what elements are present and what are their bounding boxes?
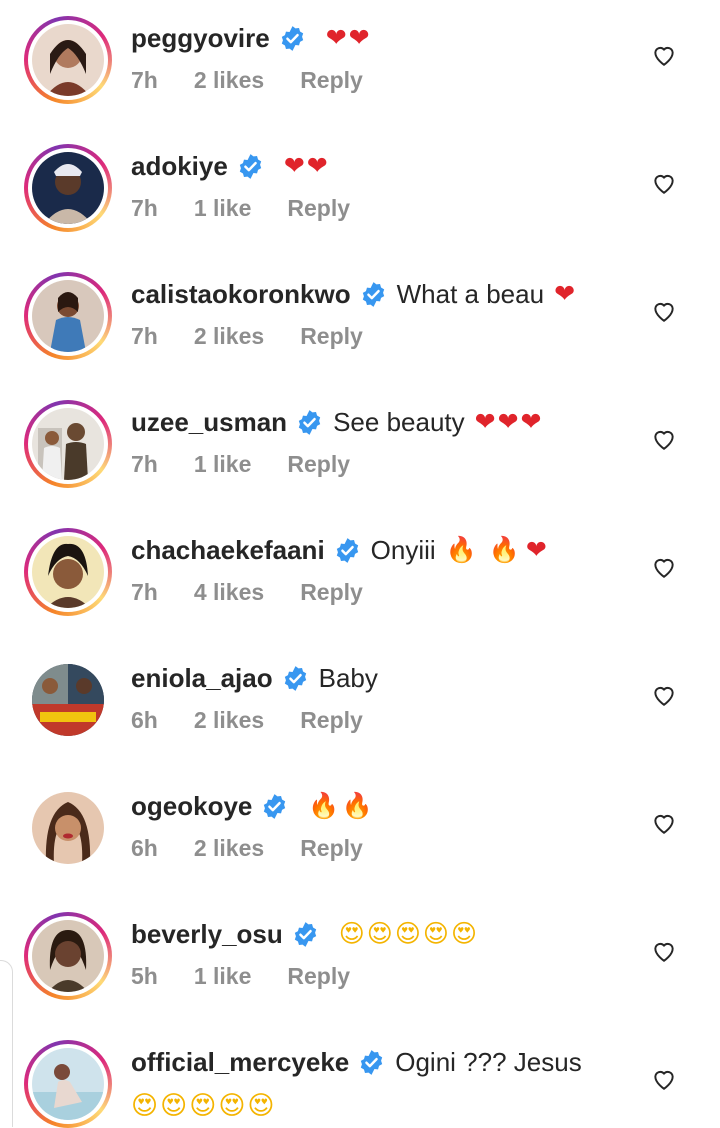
verified-badge-icon — [334, 537, 361, 564]
avatar[interactable] — [24, 656, 112, 744]
likes-count[interactable]: 2 likes — [194, 835, 264, 861]
username[interactable]: chachaekefaani — [131, 534, 325, 566]
comment-item: calistaokoronkwo What a beau ❤ 7h 2 likes… — [0, 256, 720, 384]
heart-outline-icon[interactable] — [651, 938, 677, 964]
likes-count[interactable]: 2 likes — [194, 707, 264, 733]
username[interactable]: peggyovire — [131, 22, 270, 54]
avatar[interactable] — [24, 784, 112, 872]
comment-item: ogeokoye 🔥🔥 6h 2 likes Reply — [0, 768, 720, 896]
comment-emoji: ❤ — [525, 535, 549, 564]
verified-badge-icon — [261, 793, 288, 820]
username[interactable]: adokiye — [131, 150, 228, 182]
comment-item: adokiye ❤❤ 7h 1 like Reply — [0, 128, 720, 256]
comment-emoji: ❤❤ — [325, 23, 372, 52]
heart-outline-icon[interactable] — [651, 1066, 677, 1092]
username[interactable]: eniola_ajao — [131, 662, 273, 694]
heart-outline-icon[interactable] — [651, 426, 677, 452]
verified-badge-icon — [282, 665, 309, 692]
reply-button[interactable]: Reply — [300, 835, 363, 861]
reply-button[interactable]: Reply — [287, 963, 350, 989]
username[interactable]: ogeokoye — [131, 790, 252, 822]
verified-badge-icon — [296, 409, 323, 436]
likes-count[interactable]: 4 likes — [194, 579, 264, 605]
avatar[interactable] — [24, 144, 112, 232]
comment-time: 7h — [131, 451, 158, 477]
comment-text: Ogini ??? Jesus — [395, 1047, 582, 1077]
comment-item: official_mercyeke Ogini ??? Jesus 😍😍😍😍😍 — [0, 1024, 720, 1128]
verified-badge-icon — [279, 25, 306, 52]
username[interactable]: calistaokoronkwo — [131, 278, 351, 310]
reply-button[interactable]: Reply — [300, 67, 363, 93]
avatar[interactable] — [24, 1040, 112, 1128]
reply-button[interactable]: Reply — [287, 195, 350, 221]
comment-time: 5h — [131, 963, 158, 989]
avatar[interactable] — [24, 528, 112, 616]
comment-emoji: 🔥 🔥 — [445, 535, 522, 564]
heart-outline-icon[interactable] — [651, 554, 677, 580]
reply-button[interactable]: Reply — [300, 579, 363, 605]
likes-count[interactable]: 1 like — [194, 963, 252, 989]
username[interactable]: uzee_usman — [131, 406, 287, 438]
comment-text: Onyiii — [370, 535, 436, 565]
likes-count[interactable]: 2 likes — [194, 67, 264, 93]
comment-emoji: 😍😍😍😍😍 — [338, 919, 480, 948]
comment-emoji: 😍😍😍😍😍 — [131, 1091, 277, 1121]
heart-outline-icon[interactable] — [651, 298, 677, 324]
comment-time: 6h — [131, 835, 158, 861]
avatar[interactable] — [24, 912, 112, 1000]
verified-badge-icon — [360, 281, 387, 308]
comment-item: peggyovire ❤❤ 7h 2 likes Reply — [0, 0, 720, 128]
comment-item: beverly_osu 😍😍😍😍😍 5h 1 like Reply — [0, 896, 720, 1024]
comment-emoji: ❤ — [554, 279, 578, 308]
likes-count[interactable]: 1 like — [194, 451, 252, 477]
comment-time: 7h — [131, 67, 158, 93]
comment-text: Baby — [318, 663, 378, 693]
comment-emoji: ❤❤❤ — [474, 407, 544, 436]
comment-emoji: ❤❤ — [283, 151, 330, 180]
verified-badge-icon — [237, 153, 264, 180]
comment-text: See beauty — [333, 407, 465, 437]
comment-emoji: 🔥🔥 — [308, 791, 375, 820]
comment-time: 7h — [131, 195, 158, 221]
likes-count[interactable]: 2 likes — [194, 323, 264, 349]
likes-count[interactable]: 1 like — [194, 195, 252, 221]
scroll-edge — [0, 960, 13, 1127]
reply-button[interactable]: Reply — [300, 323, 363, 349]
comment-item: uzee_usman See beauty ❤❤❤ 7h 1 like Reply — [0, 384, 720, 512]
reply-button[interactable]: Reply — [287, 451, 350, 477]
avatar[interactable] — [24, 16, 112, 104]
heart-outline-icon[interactable] — [651, 42, 677, 68]
comment-item: eniola_ajao Baby 6h 2 likes Reply — [0, 640, 720, 768]
reply-button[interactable]: Reply — [300, 707, 363, 733]
username[interactable]: official_mercyeke — [131, 1046, 349, 1078]
avatar[interactable] — [24, 400, 112, 488]
comment-text: What a beau — [396, 279, 545, 309]
heart-outline-icon[interactable] — [651, 682, 677, 708]
comment-item: chachaekefaani Onyiii 🔥 🔥 ❤ 7h 4 likes Rep… — [0, 512, 720, 640]
comment-time: 7h — [131, 579, 158, 605]
avatar[interactable] — [24, 272, 112, 360]
verified-badge-icon — [292, 921, 319, 948]
verified-badge-icon — [358, 1049, 385, 1076]
comment-time: 7h — [131, 323, 158, 349]
comment-time: 6h — [131, 707, 158, 733]
heart-outline-icon[interactable] — [651, 810, 677, 836]
heart-outline-icon[interactable] — [651, 170, 677, 196]
username[interactable]: beverly_osu — [131, 918, 283, 950]
